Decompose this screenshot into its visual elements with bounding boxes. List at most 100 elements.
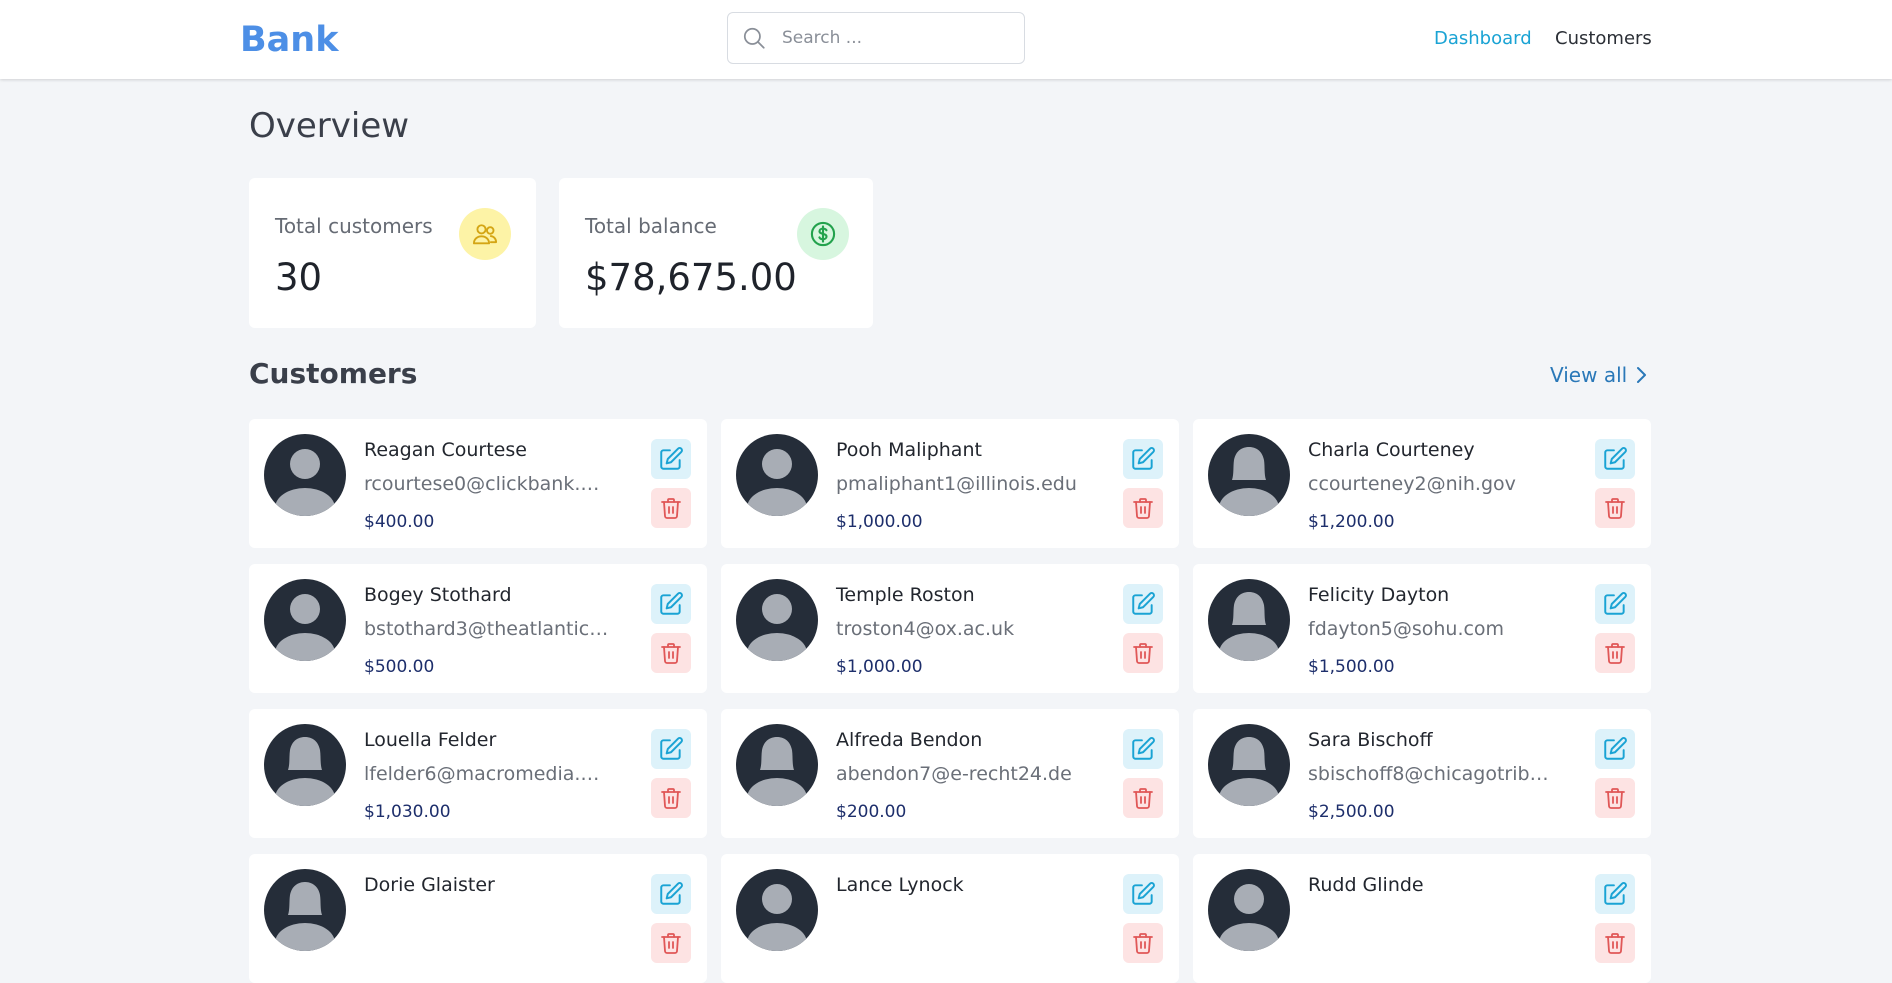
trash-icon [1605,788,1625,809]
chevron-right-icon [1637,367,1647,383]
customer-card: Charla Courteney ccourteney2@nih.gov $1,… [1193,419,1651,548]
customer-name: Temple Roston [836,584,975,606]
avatar [1208,579,1290,661]
avatar [1208,869,1290,951]
total-customers-value: 30 [275,256,323,299]
customer-balance: $1,000.00 [836,657,923,677]
view-all-link[interactable]: View all [1550,363,1647,387]
customer-card: Louella Felder lfelder6@macromedia.com $… [249,709,707,838]
edit-button[interactable] [1595,584,1635,624]
customer-name: Pooh Maliphant [836,439,982,461]
trash-icon [1133,498,1153,519]
customer-balance: $1,000.00 [836,512,923,532]
customer-name: Reagan Courtese [364,439,527,461]
edit-icon [660,882,683,905]
customer-card: Reagan Courtese rcourtese0@clickbank.net… [249,419,707,548]
edit-icon [1604,737,1627,760]
customer-email: rcourtese0@clickbank.net [364,473,609,495]
total-balance-card: Total balance $78,675.00 [559,178,873,328]
page-title: Overview [249,106,410,146]
delete-button[interactable] [1595,778,1635,818]
customer-card: Temple Roston troston4@ox.ac.uk $1,000.0… [721,564,1179,693]
customer-email: abendon7@e-recht24.de [836,763,1072,785]
customer-name: Bogey Stothard [364,584,512,606]
customer-name: Louella Felder [364,729,497,751]
customer-balance: $1,500.00 [1308,657,1395,677]
edit-button[interactable] [1123,874,1163,914]
top-navbar: Bank Dashboard Customers [0,0,1892,79]
trash-icon [1605,498,1625,519]
total-customers-label: Total customers [275,214,433,238]
edit-icon [1132,882,1155,905]
search-input[interactable] [782,25,1012,51]
brand-logo[interactable]: Bank [240,20,339,60]
edit-button[interactable] [1595,439,1635,479]
trash-icon [1605,933,1625,954]
customer-name: Felicity Dayton [1308,584,1450,606]
edit-button[interactable] [1123,584,1163,624]
edit-icon [1132,592,1155,615]
delete-button[interactable] [651,633,691,673]
customer-balance: $1,030.00 [364,802,451,822]
edit-icon [1604,882,1627,905]
customer-name: Rudd Glinde [1308,874,1424,896]
avatar [264,724,346,806]
customer-email: bstothard3@theatlantic.com [364,618,609,640]
delete-button[interactable] [1595,923,1635,963]
delete-button[interactable] [1595,633,1635,673]
customer-email: troston4@ox.ac.uk [836,618,1015,640]
avatar [736,724,818,806]
edit-icon [1604,592,1627,615]
customer-email: fdayton5@sohu.com [1308,618,1505,640]
edit-button[interactable] [1595,729,1635,769]
delete-button[interactable] [1123,488,1163,528]
customer-balance: $2,500.00 [1308,802,1395,822]
edit-button[interactable] [1123,439,1163,479]
delete-button[interactable] [651,923,691,963]
customer-card: Felicity Dayton fdayton5@sohu.com $1,500… [1193,564,1651,693]
avatar [1208,434,1290,516]
customer-name: Alfreda Bendon [836,729,983,751]
edit-button[interactable] [651,439,691,479]
customer-name: Sara Bischoff [1308,729,1433,751]
customer-email: ccourteney2@nih.gov [1308,473,1516,495]
edit-icon [660,447,683,470]
edit-button[interactable] [651,729,691,769]
avatar [264,579,346,661]
customer-card: Sara Bischoff sbischoff8@chicagotribune.… [1193,709,1651,838]
edit-icon [660,737,683,760]
edit-icon [1132,737,1155,760]
customer-email: pmaliphant1@illinois.edu [836,473,1077,495]
delete-button[interactable] [651,488,691,528]
avatar [736,869,818,951]
avatar [264,869,346,951]
edit-icon [1604,447,1627,470]
customer-card: Rudd Glinde [1193,854,1651,983]
delete-button[interactable] [1123,778,1163,818]
customer-balance: $400.00 [364,512,435,532]
edit-icon [660,592,683,615]
customer-email: sbischoff8@chicagotribune.com [1308,763,1553,785]
customer-email: lfelder6@macromedia.com [364,763,609,785]
edit-button[interactable] [651,874,691,914]
dollar-icon [797,208,849,260]
nav-dashboard-link[interactable]: Dashboard [1434,28,1532,49]
users-icon [459,208,511,260]
edit-button[interactable] [651,584,691,624]
delete-button[interactable] [651,778,691,818]
edit-button[interactable] [1595,874,1635,914]
customer-grid: Reagan Courtese rcourtese0@clickbank.net… [249,419,1651,983]
customer-name: Dorie Glaister [364,874,495,896]
avatar [736,434,818,516]
nav-customers-link[interactable]: Customers [1555,28,1652,49]
customer-name: Lance Lynock [836,874,964,896]
delete-button[interactable] [1595,488,1635,528]
trash-icon [1605,643,1625,664]
delete-button[interactable] [1123,923,1163,963]
edit-button[interactable] [1123,729,1163,769]
customer-balance: $1,200.00 [1308,512,1395,532]
customer-card: Pooh Maliphant pmaliphant1@illinois.edu … [721,419,1179,548]
delete-button[interactable] [1123,633,1163,673]
search-box[interactable] [727,12,1025,64]
view-all-label: View all [1550,363,1628,387]
